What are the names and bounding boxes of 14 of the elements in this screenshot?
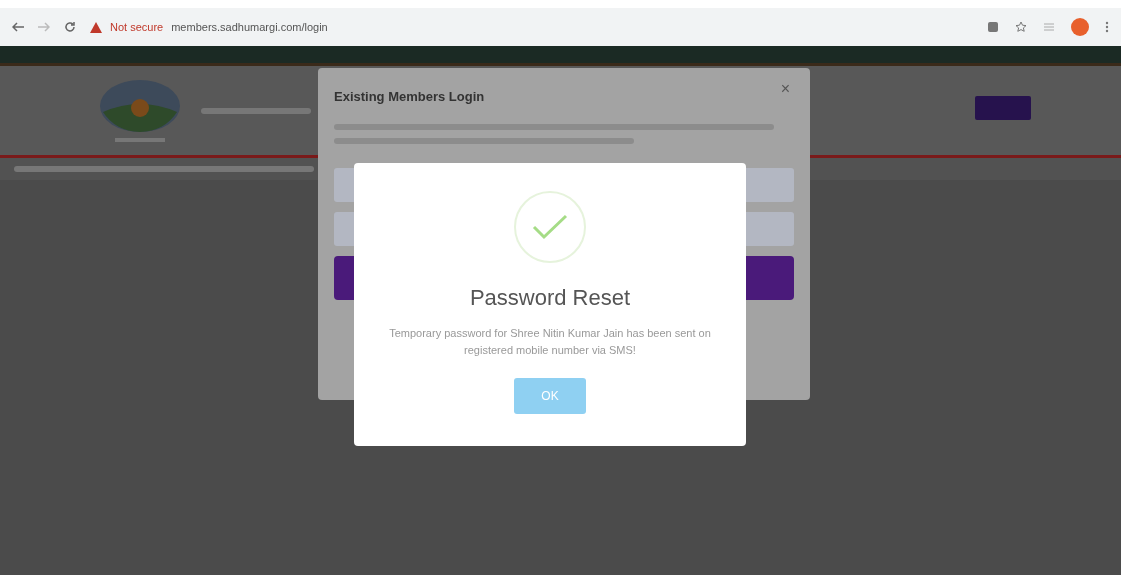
modal-title: Existing Members Login: [334, 88, 485, 106]
translate-icon[interactable]: [987, 21, 999, 33]
star-icon[interactable]: [1015, 21, 1027, 33]
reload-icon[interactable]: [64, 21, 76, 33]
menu-icon[interactable]: [1105, 21, 1109, 33]
security-label[interactable]: Not secure: [110, 18, 164, 36]
address-field[interactable]: members.sadhumargi.com/login: [171, 18, 328, 36]
alert-title: Password Reset: [468, 285, 632, 312]
success-icon: [514, 191, 586, 263]
avatar-icon[interactable]: [1071, 18, 1089, 36]
close-button[interactable]: ×: [774, 76, 796, 102]
back-icon[interactable]: [12, 22, 24, 32]
alert-message: Temporary password for Shree Nitin Kumar Jain has been sent on registered mobile number via SMS!: [388, 326, 712, 358]
warning-icon: [90, 21, 102, 33]
